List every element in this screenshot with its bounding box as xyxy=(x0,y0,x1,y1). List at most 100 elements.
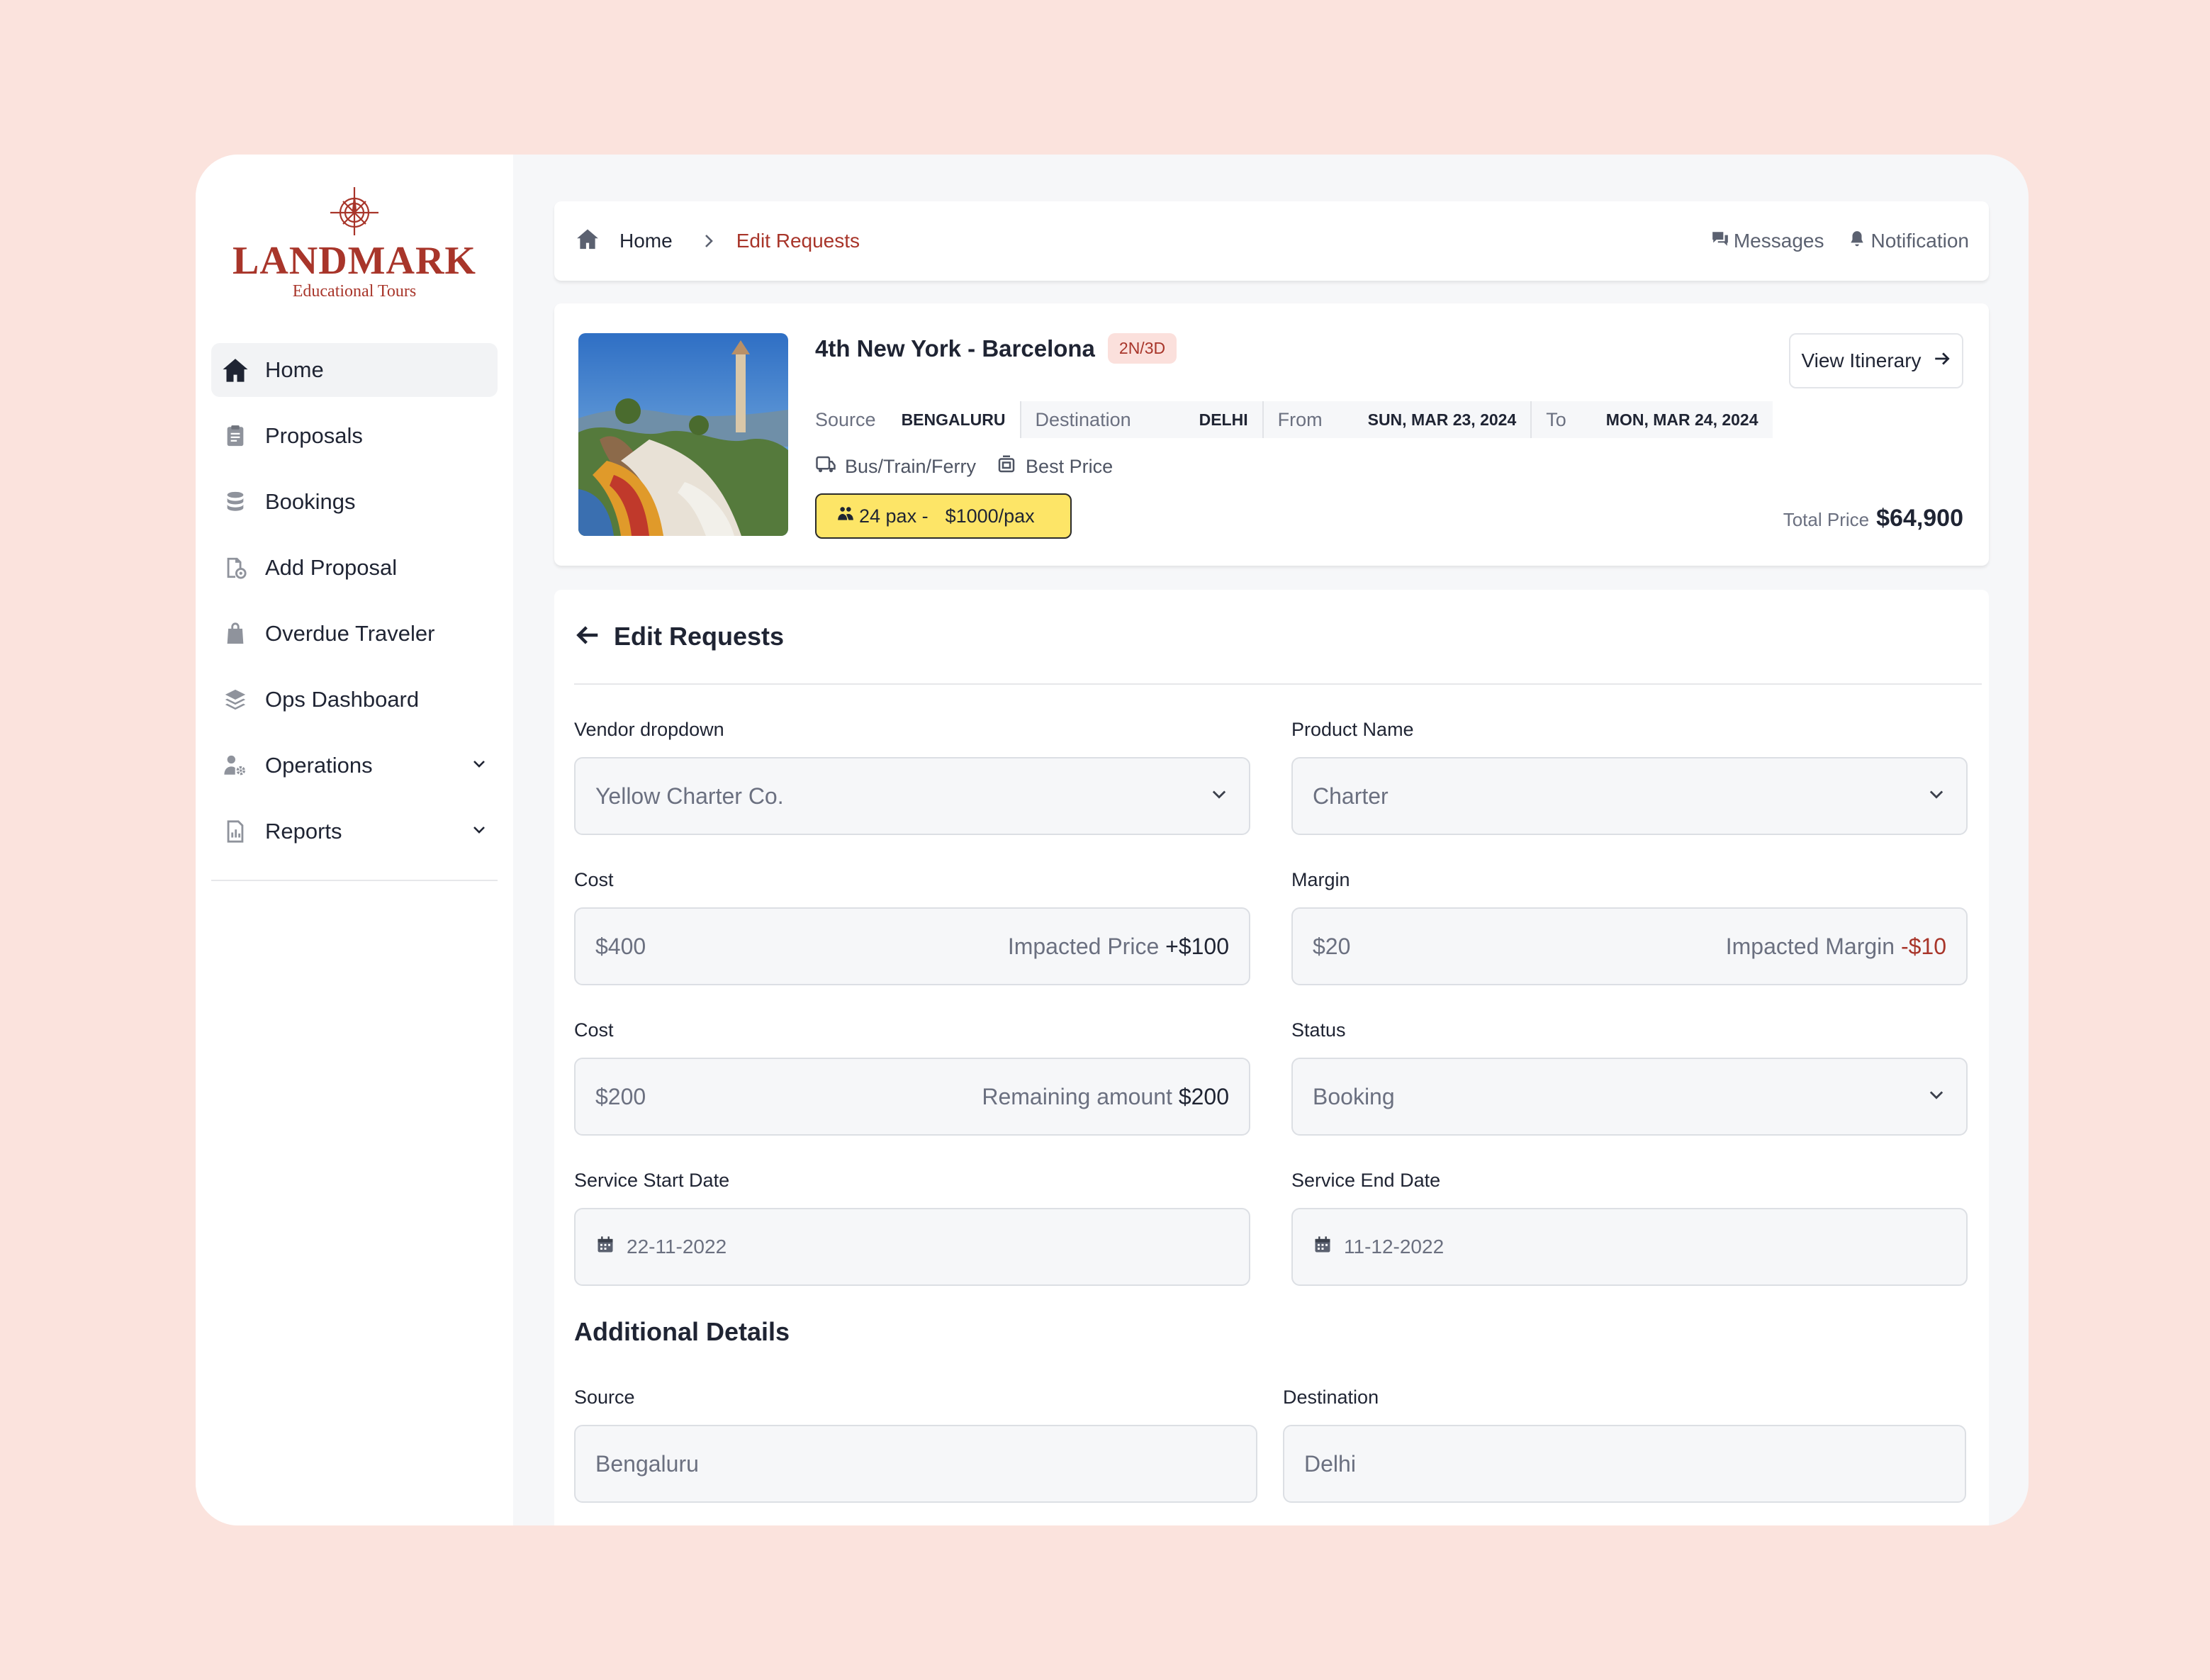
end-date-field: Service End Date 11-12-2022 xyxy=(1291,1168,1968,1286)
start-date-label: Service Start Date xyxy=(574,1170,730,1191)
cost-paid-value: $200 xyxy=(595,1083,646,1109)
add-document-icon xyxy=(221,554,249,582)
sidebar-item-proposals[interactable]: Proposals xyxy=(211,409,498,463)
brand-logo[interactable]: LANDMARK Educational Tours xyxy=(211,186,498,327)
chat-icon xyxy=(1711,230,1729,253)
clipboard-icon xyxy=(221,422,249,450)
sidebar-item-overdue-traveler[interactable]: Overdue Traveler xyxy=(211,607,498,661)
sidebar-item-bookings[interactable]: Bookings xyxy=(211,475,498,529)
end-date-value: 11-12-2022 xyxy=(1344,1236,1445,1258)
sidebar-item-operations[interactable]: Operations xyxy=(211,739,498,793)
group-icon xyxy=(836,505,859,528)
cost-input[interactable]: $400 Impacted Price +$100 xyxy=(574,907,1250,985)
view-itinerary-label: View Itinerary xyxy=(1801,349,1922,371)
margin-label: Margin xyxy=(1291,869,1350,890)
route-destination: Destination DELHI xyxy=(1021,401,1264,438)
sidebar-item-label: Proposals xyxy=(265,423,363,448)
additional-destination-input[interactable]: Delhi xyxy=(1283,1425,1966,1503)
margin-field: Margin $20 Impacted Margin -$10 xyxy=(1291,868,1968,985)
product-label: Product Name xyxy=(1291,719,1414,740)
compass-icon xyxy=(330,187,378,235)
additional-destination-field: Destination Delhi xyxy=(1283,1385,1966,1503)
start-date-input[interactable]: 22-11-2022 xyxy=(574,1208,1250,1286)
breadcrumb-current: Edit Requests xyxy=(736,230,860,252)
chevron-down-icon xyxy=(1926,1084,1946,1110)
home-icon[interactable] xyxy=(576,227,600,256)
main-content: Home Edit Requests Messages Notification… xyxy=(513,155,2029,1525)
from-value: SUN, MAR 23, 2024 xyxy=(1367,410,1517,429)
additional-details-title: Additional Details xyxy=(574,1317,790,1346)
arrow-right-icon xyxy=(1933,349,1951,373)
transport-feature: Bus/Train/Ferry xyxy=(815,454,976,480)
destination-value: DELHI xyxy=(1199,410,1248,429)
chevron-down-icon[interactable] xyxy=(471,753,488,778)
bag-icon xyxy=(221,620,249,648)
trip-features: Bus/Train/Ferry Best Price xyxy=(815,454,1113,480)
price-tag-icon xyxy=(996,454,1017,480)
sidebar-item-ops-dashboard[interactable]: Ops Dashboard xyxy=(211,673,498,727)
cost-field: Cost $400 Impacted Price +$100 xyxy=(574,868,1250,985)
additional-source-value: Bengaluru xyxy=(595,1450,699,1477)
breadcrumb: Home Edit Requests xyxy=(576,227,860,256)
messages-link[interactable]: Messages xyxy=(1711,230,1824,253)
bus-icon xyxy=(815,454,836,480)
form-grid: Vendor dropdown Yellow Charter Co. Produ… xyxy=(574,717,1982,1318)
trip-title-row: 4th New York - Barcelona 2N/3D xyxy=(815,333,1177,364)
notification-link[interactable]: Notification xyxy=(1848,230,1969,253)
report-icon xyxy=(221,817,249,846)
additional-destination-label: Destination xyxy=(1283,1387,1379,1408)
status-label: Status xyxy=(1291,1019,1346,1041)
vendor-label: Vendor dropdown xyxy=(574,719,724,740)
back-arrow-icon[interactable] xyxy=(574,622,614,652)
start-date-field: Service Start Date 22-11-2022 xyxy=(574,1168,1250,1286)
remaining-amount-value: $200 xyxy=(1178,1083,1229,1109)
impacted-margin-value: -$10 xyxy=(1900,933,1946,959)
sidebar-item-home[interactable]: Home xyxy=(211,343,498,397)
home-icon xyxy=(221,356,249,384)
additional-destination-value: Delhi xyxy=(1304,1450,1356,1477)
impacted-price-value: +$100 xyxy=(1165,933,1229,959)
sidebar-item-label: Ops Dashboard xyxy=(265,687,420,712)
per-pax-price: $1000/pax xyxy=(945,505,1035,527)
trip-title: 4th New York - Barcelona xyxy=(815,335,1095,362)
price-tag-label: Best Price xyxy=(1026,456,1114,477)
layers-icon xyxy=(221,685,249,714)
impacted-margin: Impacted Margin -$10 xyxy=(1726,934,1946,960)
calendar-icon xyxy=(1313,1235,1344,1260)
product-select[interactable]: Charter xyxy=(1291,757,1968,835)
vendor-field: Vendor dropdown Yellow Charter Co. xyxy=(574,717,1250,835)
status-value: Booking xyxy=(1313,1083,1395,1109)
vendor-select[interactable]: Yellow Charter Co. xyxy=(574,757,1250,835)
sidebar-nav: Home Proposals Bookings Add Proposal Ove… xyxy=(211,343,498,858)
sidebar-item-add-proposal[interactable]: Add Proposal xyxy=(211,541,498,595)
source-value: BENGALURU xyxy=(901,410,1006,429)
brand-tagline: Educational Tours xyxy=(292,282,417,301)
view-itinerary-button[interactable]: View Itinerary xyxy=(1789,333,1963,388)
vendor-value: Yellow Charter Co. xyxy=(595,783,784,809)
sidebar-item-reports[interactable]: Reports xyxy=(211,805,498,858)
calendar-icon xyxy=(595,1235,627,1260)
breadcrumb-home[interactable]: Home xyxy=(619,230,673,252)
margin-input[interactable]: $20 Impacted Margin -$10 xyxy=(1291,907,1968,985)
end-date-input[interactable]: 11-12-2022 xyxy=(1291,1208,1968,1286)
messages-label: Messages xyxy=(1733,230,1824,252)
status-field: Status Booking xyxy=(1291,1018,1968,1136)
chevron-down-icon[interactable] xyxy=(471,819,488,844)
trip-photo xyxy=(578,333,788,536)
status-select[interactable]: Booking xyxy=(1291,1058,1968,1136)
impacted-margin-label: Impacted Margin xyxy=(1725,933,1895,959)
to-value: MON, MAR 24, 2024 xyxy=(1605,410,1759,429)
impacted-price: Impacted Price +$100 xyxy=(1008,934,1229,960)
user-gear-icon xyxy=(221,751,249,780)
app-window: LANDMARK Educational Tours Home Proposal… xyxy=(196,155,2029,1525)
chevron-right-icon xyxy=(702,233,715,250)
additional-source-field: Source Bengaluru xyxy=(574,1385,1257,1503)
edit-request-form: Edit Requests Vendor dropdown Yellow Cha… xyxy=(554,590,1989,1525)
end-date-label: Service End Date xyxy=(1291,1170,1441,1191)
bell-icon xyxy=(1848,230,1866,253)
product-field: Product Name Charter xyxy=(1291,717,1968,835)
sidebar-item-label: Add Proposal xyxy=(265,555,398,580)
additional-details-grid: Source Bengaluru Destination Delhi xyxy=(574,1385,1982,1525)
cost-paid-input[interactable]: $200 Remaining amount $200 xyxy=(574,1058,1250,1136)
additional-source-input[interactable]: Bengaluru xyxy=(574,1425,1257,1503)
